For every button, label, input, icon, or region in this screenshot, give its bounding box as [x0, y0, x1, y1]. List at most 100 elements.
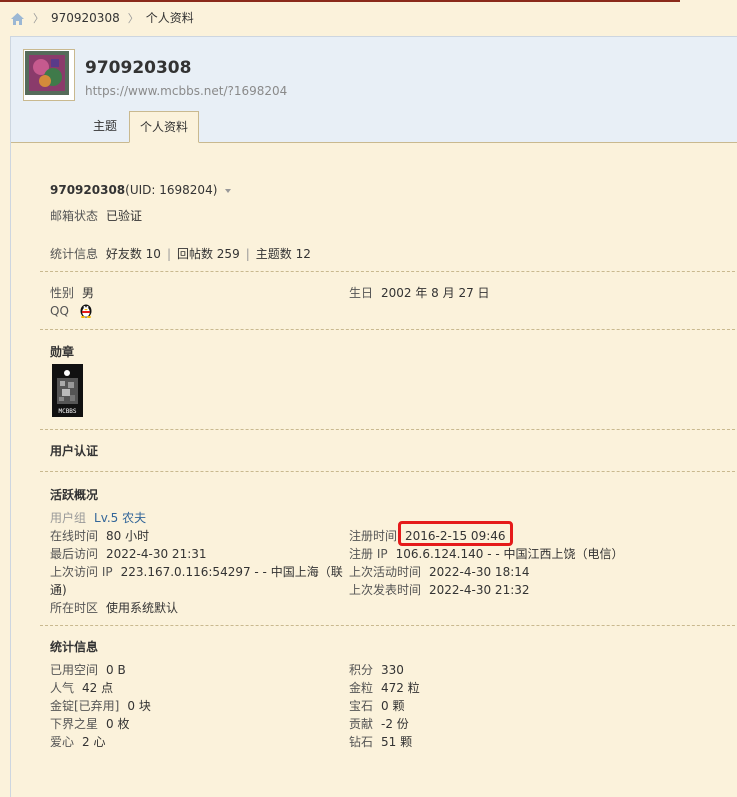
stat-label: 金粒	[349, 681, 374, 695]
qq-penguin-icon[interactable]	[79, 302, 93, 321]
email-status-label: 邮箱状态	[50, 209, 99, 223]
stat-label: 金锭[已弃用]	[50, 699, 120, 713]
gender-label: 性别	[50, 286, 75, 300]
user-group-label: 用户组	[50, 511, 87, 525]
gender-value: 男	[82, 286, 95, 300]
activity-title: 活跃概况	[50, 488, 99, 502]
stat-item: 下界之星 0 枚	[50, 715, 129, 732]
stat-value: 51 颗	[381, 735, 413, 749]
gender-field: 性别男	[50, 284, 94, 301]
stat-item: 金粒 472 粒	[349, 679, 420, 696]
section-divider	[40, 625, 737, 626]
threads-count-link[interactable]: 主题数 12	[256, 247, 311, 261]
friends-count-link[interactable]: 好友数 10	[106, 247, 161, 261]
top-accent-line	[0, 0, 680, 2]
avatar[interactable]	[23, 49, 75, 101]
stat-value: 0 B	[106, 663, 126, 677]
section-divider	[40, 471, 737, 472]
last-visit-field: 最后访问 2022-4-30 21:31	[50, 545, 207, 562]
breadcrumb-item-user[interactable]: 970920308	[51, 11, 120, 25]
last-visit-value: 2022-4-30 21:31	[106, 547, 207, 561]
stat-label: 下界之星	[50, 717, 99, 731]
last-post-label: 上次发表时间	[349, 583, 422, 597]
mcbbs-medal-icon[interactable]: MCBBS	[52, 364, 83, 417]
birthday-value: 2002 年 8 月 27 日	[381, 286, 490, 300]
breadcrumb-item-profile: 个人资料	[145, 11, 194, 25]
profile-tabs: 主题 个人资料	[83, 111, 201, 143]
stat-value: 2 心	[82, 735, 106, 749]
stat-label: 爱心	[50, 735, 75, 749]
online-time-value: 80 小时	[106, 529, 150, 543]
breadcrumb-separator: 〉	[127, 12, 139, 25]
last-ip-label: 上次访问 IP	[50, 565, 113, 579]
stat-label: 人气	[50, 681, 75, 695]
timezone-value: 使用系统默认	[106, 601, 179, 615]
timezone-label: 所在时区	[50, 601, 99, 615]
stat-item: 已用空间 0 B	[50, 661, 126, 678]
username-line: 970920308(UID: 1698204)	[50, 183, 232, 197]
register-time-highlight	[398, 521, 513, 546]
stat-value: -2 份	[381, 717, 409, 731]
user-group-link[interactable]: Lv.5 农夫	[94, 511, 146, 525]
email-status-value: 已验证	[106, 209, 143, 223]
profile-url[interactable]: https://www.mcbbs.net/?1698204	[85, 84, 287, 98]
last-active-label: 上次活动时间	[349, 565, 422, 579]
info-username: 970920308	[50, 183, 126, 197]
register-ip-value: 106.6.124.140 - - 中国江西上饶（电信）	[395, 547, 624, 561]
stats-summary-label: 统计信息	[50, 247, 99, 261]
section-divider	[40, 429, 737, 430]
last-ip-value-continued: 通)	[50, 583, 67, 597]
stats-title: 统计信息	[50, 640, 99, 654]
stat-value: 472 粒	[381, 681, 420, 695]
stat-item: 贡献 -2 份	[349, 715, 409, 732]
stat-item: 钻石 51 颗	[349, 733, 412, 750]
breadcrumb: 〉 970920308 〉个人资料	[10, 8, 194, 28]
stat-value: 42 点	[82, 681, 114, 695]
birthday-field: 生日 2002 年 8 月 27 日	[349, 284, 490, 301]
stat-item: 金锭[已弃用] 0 块	[50, 697, 151, 714]
stat-value: 0 枚	[106, 717, 130, 731]
email-status: 邮箱状态 已验证	[50, 207, 142, 224]
breadcrumb-separator: 〉	[33, 12, 44, 25]
last-ip-field-continued: 通)	[50, 581, 67, 598]
chevron-down-icon[interactable]	[225, 188, 232, 193]
stat-item: 爱心 2 心	[50, 733, 105, 750]
stat-value: 0 块	[127, 699, 151, 713]
last-post-value: 2022-4-30 21:32	[429, 583, 530, 597]
register-time-label: 注册时间	[349, 529, 398, 543]
last-visit-label: 最后访问	[50, 547, 99, 561]
register-ip-field: 注册 IP 106.6.124.140 - - 中国江西上饶（电信）	[349, 545, 624, 562]
tab-profile[interactable]: 个人资料	[129, 111, 200, 143]
online-time-label: 在线时间	[50, 529, 99, 543]
replies-count-link[interactable]: 回帖数 259	[177, 247, 240, 261]
stats-summary: 统计信息 好友数 10 | 回帖数 259 | 主题数 12	[50, 245, 311, 262]
divider: |	[245, 247, 250, 261]
tab-threads[interactable]: 主题	[83, 111, 127, 141]
stat-item: 宝石 0 颗	[349, 697, 404, 714]
stat-value: 0 颗	[381, 699, 405, 713]
profile-username: 970920308	[85, 58, 192, 78]
medals-title: 勋章	[50, 345, 75, 359]
last-ip-value: 223.167.0.116:54297 - - 中国上海（联	[120, 565, 343, 579]
stat-label: 已用空间	[50, 663, 99, 677]
online-time-field: 在线时间 80 小时	[50, 527, 149, 544]
last-active-field: 上次活动时间 2022-4-30 18:14	[349, 563, 530, 580]
stat-label: 贡献	[349, 717, 374, 731]
stat-label: 钻石	[349, 735, 374, 749]
home-icon[interactable]	[10, 12, 25, 26]
stat-label: 宝石	[349, 699, 374, 713]
last-ip-field: 上次访问 IP 223.167.0.116:54297 - - 中国上海（联	[50, 563, 343, 580]
birthday-label: 生日	[349, 286, 374, 300]
section-divider	[40, 329, 737, 330]
stat-item: 人气 42 点	[50, 679, 113, 696]
stat-label: 积分	[349, 663, 374, 677]
medal-text: MCBBS	[58, 408, 76, 415]
qq-field: QQ	[50, 302, 93, 321]
last-active-value: 2022-4-30 18:14	[429, 565, 530, 579]
section-divider	[40, 271, 737, 272]
last-post-field: 上次发表时间 2022-4-30 21:32	[349, 581, 530, 598]
info-uid: (UID: 1698204)	[125, 183, 218, 197]
timezone-field: 所在时区 使用系统默认	[50, 599, 178, 616]
qq-label: QQ	[50, 304, 69, 318]
user-group-field: 用户组 Lv.5 农夫	[50, 509, 146, 526]
